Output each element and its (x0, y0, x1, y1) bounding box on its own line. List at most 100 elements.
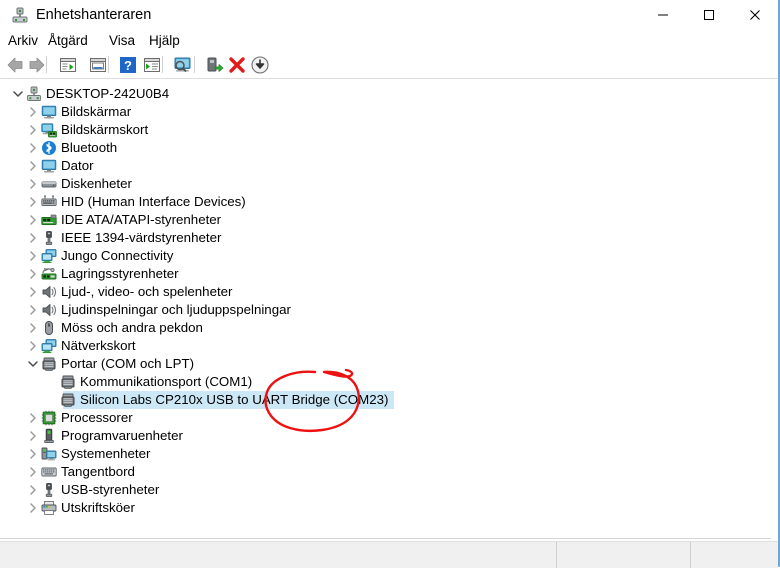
device-tree[interactable]: DESKTOP-242U0B4 Bildskärmar Bildskärmskort… (0, 79, 771, 538)
chevron-right-icon[interactable] (25, 229, 41, 247)
tree-item[interactable]: Lagringsstyrenheter (0, 265, 771, 283)
properties-window-icon (60, 58, 76, 72)
ide-controller-icon (41, 212, 57, 228)
chevron-right-icon[interactable] (25, 463, 41, 481)
network-stack-icon (41, 248, 57, 264)
tree-item[interactable]: DESKTOP-242U0B4 (0, 85, 771, 103)
tree-item[interactable]: Ljud-, video- och spelenheter (0, 283, 771, 301)
tree-item[interactable]: Bildskärmskort (0, 121, 771, 139)
menu-item-hjalp[interactable]: Hjälp (144, 30, 185, 52)
network-stack-icon (41, 338, 57, 354)
tree-item[interactable]: Portar (COM och LPT) (0, 355, 771, 373)
chevron-right-icon[interactable] (25, 319, 41, 337)
tree-item[interactable]: USB-styrenheter (0, 481, 771, 499)
port-icon (60, 374, 76, 390)
chevron-right-icon[interactable] (25, 211, 41, 229)
tree-item[interactable]: Systemenheter (0, 445, 771, 463)
menu-item-visa[interactable]: Visa (104, 30, 140, 52)
toolbar-separator (194, 56, 195, 73)
monitor-icon (41, 104, 57, 120)
maximize-button[interactable] (686, 0, 732, 30)
speaker-icon (41, 302, 57, 318)
tree-item[interactable]: HID (Human Interface Devices) (0, 193, 771, 211)
chevron-right-icon[interactable] (25, 283, 41, 301)
tree-item[interactable]: Tangentbord (0, 463, 771, 481)
tree-item-label: Portar (COM och LPT) (61, 356, 194, 371)
chevron-right-icon[interactable] (25, 481, 41, 499)
tree-item[interactable]: IEEE 1394-värdstyrenheter (0, 229, 771, 247)
monitor-search-icon (174, 57, 191, 73)
arrow-left-icon (7, 57, 23, 73)
chevron-down-icon[interactable] (10, 85, 26, 103)
toolbar-separator (108, 56, 109, 73)
chevron-right-icon[interactable] (25, 103, 41, 121)
menu-item-atgard[interactable]: Åtgärd (43, 30, 93, 52)
tree-item-label: Ljudinspelningar och ljuduppspelningar (61, 302, 291, 317)
tree-item[interactable]: Utskriftsköer (0, 499, 771, 517)
chevron-right-icon[interactable] (25, 139, 41, 157)
menu-item-arkiv[interactable]: Arkiv (3, 30, 43, 52)
tree-item[interactable]: Jungo Connectivity (0, 247, 771, 265)
chevron-right-icon[interactable] (25, 499, 41, 517)
tree-item-label: Tangentbord (61, 464, 135, 479)
tree-item-label: USB-styrenheter (61, 482, 160, 497)
tree-item[interactable]: Bluetooth (0, 139, 771, 157)
port-icon (60, 392, 76, 408)
tree-item-label: Nätverkskort (61, 338, 136, 353)
toolbar-separator (162, 56, 163, 73)
tree-item[interactable]: Möss och andra pekdon (0, 319, 771, 337)
tree-item[interactable]: Bildskärmar (0, 103, 771, 121)
properties-button[interactable] (57, 54, 79, 76)
storage-controller-icon (41, 266, 57, 282)
show-hidden-devices-button[interactable] (171, 54, 193, 76)
back-button[interactable] (4, 54, 26, 76)
tree-item[interactable]: Silicon Labs CP210x USB to UART Bridge (… (0, 391, 771, 409)
port-icon (41, 356, 57, 372)
arrow-right-icon (29, 57, 45, 73)
tree-item-label: Processorer (61, 410, 133, 425)
tree-item-label: Systemenheter (61, 446, 151, 461)
help-button[interactable]: ? (117, 54, 139, 76)
tree-item-label: Bildskärmar (61, 104, 132, 119)
enable-device-button[interactable] (203, 54, 225, 76)
window-title: Enhetshanteraren (36, 7, 152, 23)
tree-item[interactable]: Ljudinspelningar och ljuduppspelningar (0, 301, 771, 319)
tree-item[interactable]: Diskenheter (0, 175, 771, 193)
chevron-down-icon[interactable] (25, 355, 41, 373)
scan-for-changes-button[interactable] (249, 54, 271, 76)
chevron-right-icon[interactable] (25, 157, 41, 175)
chevron-right-icon[interactable] (25, 337, 41, 355)
hid-icon (41, 194, 57, 210)
tree-item[interactable]: Programvaruenheter (0, 427, 771, 445)
tree-item[interactable]: Nätverkskort (0, 337, 771, 355)
chevron-right-icon[interactable] (25, 427, 41, 445)
chevron-right-icon[interactable] (25, 301, 41, 319)
status-bar (0, 541, 778, 568)
chevron-right-icon[interactable] (25, 265, 41, 283)
status-segment-1 (0, 542, 562, 568)
chevron-right-icon[interactable] (25, 409, 41, 427)
uninstall-device-button[interactable] (226, 54, 248, 76)
tree-item-label: IDE ATA/ATAPI-styrenheter (61, 212, 222, 227)
close-button[interactable] (732, 0, 778, 30)
chevron-right-icon[interactable] (25, 121, 41, 139)
software-device-icon (41, 428, 57, 444)
monitor-icon (41, 158, 57, 174)
tree-item[interactable]: Dator (0, 157, 771, 175)
update-driver-button[interactable] (87, 54, 109, 76)
minimize-button[interactable] (640, 0, 686, 30)
chevron-right-icon[interactable] (25, 445, 41, 463)
tree-item-label: Silicon Labs CP210x USB to UART Bridge (… (80, 392, 389, 407)
help-question-icon: ? (120, 57, 136, 73)
tree-item[interactable]: Kommunikationsport (COM1) (0, 373, 771, 391)
chevron-right-icon[interactable] (25, 193, 41, 211)
chevron-right-icon[interactable] (25, 175, 41, 193)
scan-hardware-button[interactable] (141, 54, 163, 76)
forward-button[interactable] (26, 54, 48, 76)
tree-item[interactable]: Processorer (0, 409, 771, 427)
tree-item[interactable]: IDE ATA/ATAPI-styrenheter (0, 211, 771, 229)
minimize-icon (658, 14, 668, 16)
enable-device-icon (207, 57, 224, 72)
chevron-right-icon[interactable] (25, 247, 41, 265)
system-device-icon (41, 446, 57, 462)
